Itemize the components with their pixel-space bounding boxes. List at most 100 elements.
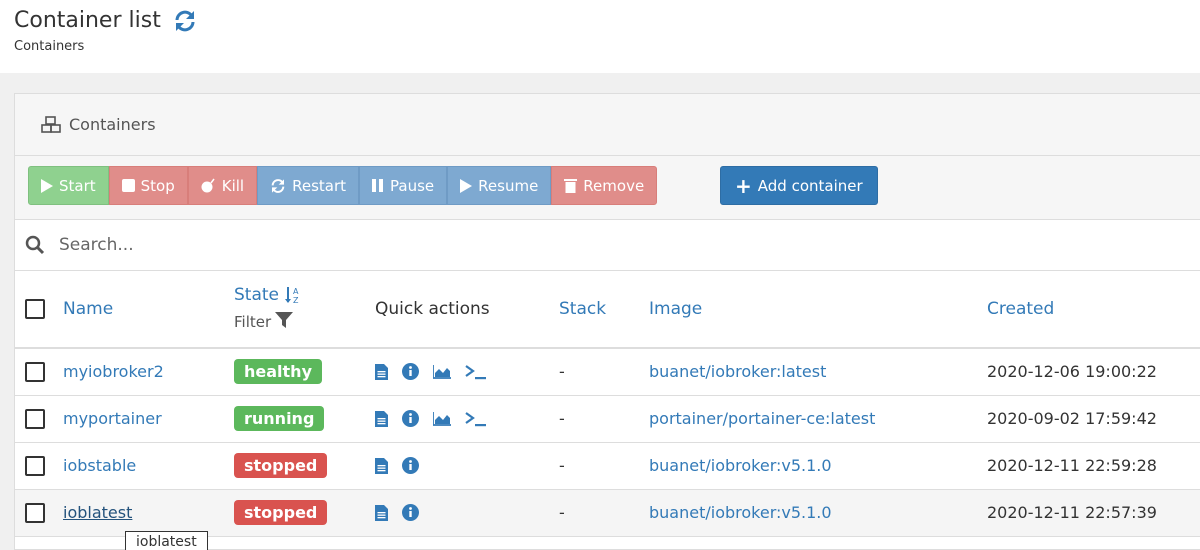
row-checkbox[interactable] (25, 408, 45, 429)
widget-header: Containers (15, 94, 1200, 156)
remove-label: Remove (583, 176, 645, 195)
header-name: Name (63, 271, 234, 349)
containers-table: Name State AZ Filter Quick actions Stack… (15, 271, 1200, 537)
sort-image-link[interactable]: Image (649, 299, 702, 319)
stats-icon[interactable] (433, 411, 451, 426)
stack-cell: - (559, 456, 565, 475)
name-cell: iobstable (63, 442, 234, 489)
name-tooltip: ioblatest (125, 531, 208, 550)
stop-icon (121, 179, 135, 192)
status-badge: stopped (234, 500, 328, 525)
image-link[interactable]: portainer/portainer-ce:latest (649, 409, 875, 428)
add-container-button[interactable]: + Add container (720, 166, 878, 205)
console-icon[interactable] (465, 364, 487, 380)
sort-name-link[interactable]: Name (63, 299, 113, 319)
name-cell: myportainer (63, 395, 234, 442)
created-cell: 2020-12-11 22:57:39 (987, 503, 1157, 522)
row-checkbox[interactable] (25, 362, 45, 382)
state-filter-label: Filter (234, 313, 272, 331)
refresh-icon[interactable] (173, 9, 197, 33)
state-cell: healthy (234, 348, 375, 395)
select-all-checkbox[interactable] (25, 299, 45, 319)
pause-label: Pause (390, 176, 435, 195)
quick-actions-cell (375, 395, 559, 442)
row-checkbox[interactable] (25, 502, 45, 523)
add-container-label: Add container (757, 176, 863, 195)
page-title-text: Container list (14, 8, 161, 33)
state-filter[interactable]: Filter (234, 311, 375, 333)
remove-button[interactable]: Remove (551, 166, 658, 205)
image-link[interactable]: buanet/iobroker:latest (649, 362, 826, 381)
resume-button[interactable]: Resume (447, 166, 552, 205)
stack-cell: - (559, 409, 565, 428)
plus-icon: + (735, 173, 752, 198)
row-select-cell (15, 489, 63, 536)
restart-button[interactable]: Restart (257, 166, 360, 205)
search-input[interactable] (59, 235, 659, 255)
image-cell: buanet/iobroker:latest (649, 348, 987, 395)
logs-icon[interactable] (375, 410, 388, 427)
search-bar (15, 220, 1200, 271)
logs-icon[interactable] (375, 504, 388, 521)
table-row: myportainer running - portainer/portaine… (15, 395, 1200, 442)
sort-stack-link[interactable]: Stack (559, 299, 606, 319)
table-row: myiobroker2 healthy - buanet/iobroker:la… (15, 348, 1200, 395)
row-checkbox[interactable] (25, 455, 45, 476)
info-icon[interactable] (402, 504, 419, 521)
quick-actions-cell (375, 348, 559, 395)
image-link[interactable]: buanet/iobroker:v5.1.0 (649, 456, 832, 475)
stack-cell: - (559, 503, 565, 522)
image-cell: portainer/portainer-ce:latest (649, 395, 987, 442)
filter-icon (275, 311, 294, 333)
pause-icon (372, 179, 384, 192)
sort-created-link[interactable]: Created (987, 299, 1054, 319)
logs-icon[interactable] (375, 457, 388, 474)
row-select-cell (15, 395, 63, 442)
console-icon[interactable] (465, 411, 487, 427)
container-name-link[interactable]: myportainer (63, 409, 162, 428)
search-icon (25, 235, 45, 255)
header-state: State AZ Filter (234, 271, 375, 349)
svg-text:Z: Z (293, 296, 299, 304)
quick-actions (375, 363, 559, 381)
quick-actions (375, 410, 559, 427)
page-title: Container list (14, 8, 197, 33)
info-icon[interactable] (402, 457, 419, 474)
start-label: Start (59, 176, 96, 195)
header-stack: Stack (559, 271, 649, 349)
name-cell: ioblatest (63, 489, 234, 536)
quick-actions (375, 457, 559, 474)
sort-alpha-icon: AZ (285, 286, 301, 304)
stats-icon[interactable] (433, 364, 451, 379)
refresh-icon (270, 178, 286, 194)
quick-actions-cell (375, 442, 559, 489)
start-button[interactable]: Start (28, 166, 109, 205)
kill-button[interactable]: Kill (187, 166, 258, 205)
status-badge: running (234, 406, 325, 431)
trash-icon (564, 178, 578, 193)
table-header-row: Name State AZ Filter Quick actions Stack… (15, 271, 1200, 349)
containers-widget: Containers Start Stop Kill Restart Pause (14, 93, 1200, 550)
stack-cell: - (559, 362, 565, 382)
container-name-link[interactable]: ioblatest (63, 503, 132, 522)
image-cell: buanet/iobroker:v5.1.0 (649, 442, 987, 489)
table-row: iobstable stopped - buanet/iobroker:v5.1… (15, 442, 1200, 489)
play-icon (41, 178, 53, 193)
logs-icon[interactable] (375, 363, 388, 380)
container-name-link[interactable]: iobstable (63, 456, 136, 475)
state-cell: stopped (234, 489, 375, 536)
info-icon[interactable] (402, 410, 419, 427)
container-name-link[interactable]: myiobroker2 (63, 362, 164, 381)
pause-button[interactable]: Pause (359, 166, 448, 205)
image-link[interactable]: buanet/iobroker:v5.1.0 (649, 503, 832, 522)
cubes-icon (41, 115, 61, 134)
info-icon[interactable] (402, 363, 419, 381)
breadcrumb: Containers (14, 39, 85, 54)
action-button-group: Start Stop Kill Restart Pause Resume Rem… (28, 166, 658, 205)
header-image: Image (649, 271, 987, 349)
header-created: Created (987, 271, 1200, 349)
stop-button[interactable]: Stop (108, 166, 188, 205)
resume-label: Resume (478, 176, 539, 195)
sort-state-link[interactable]: State (234, 285, 279, 305)
quick-actions (375, 504, 559, 521)
